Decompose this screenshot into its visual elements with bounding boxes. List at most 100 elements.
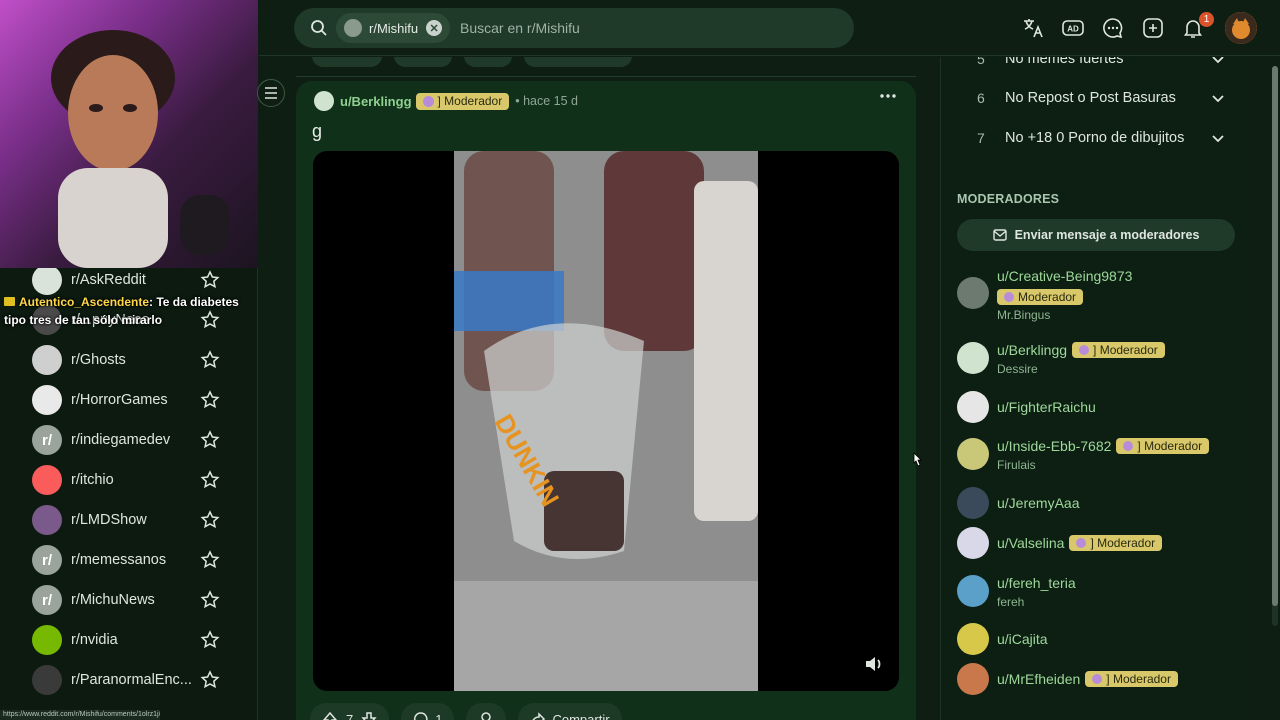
search-input[interactable] xyxy=(460,18,840,38)
star-icon[interactable] xyxy=(200,670,220,690)
moderator-avatar xyxy=(957,527,989,559)
moderator-avatar xyxy=(957,277,989,309)
more-options-icon[interactable] xyxy=(880,93,896,99)
sidebar-item-label: r/MichuNews xyxy=(71,592,155,608)
sidebar-item-horrorgames[interactable]: r/HorrorGames xyxy=(32,384,232,416)
prev-vote-pill[interactable] xyxy=(312,57,382,67)
rule-number: 7 xyxy=(977,130,985,146)
subreddit-avatar xyxy=(344,19,362,37)
moderator-avatar xyxy=(957,575,989,607)
moderator-name-row: u/Berklingg ] Moderador xyxy=(997,342,1165,358)
award-button[interactable] xyxy=(466,703,507,720)
star-icon[interactable] xyxy=(200,510,220,530)
sidebar-item-nvidia[interactable]: r/nvidia xyxy=(32,624,232,656)
post-author[interactable]: u/Berklingg xyxy=(340,94,412,109)
vote-count: 7 xyxy=(346,711,354,720)
subreddit-avatar xyxy=(32,345,62,375)
create-post-icon[interactable] xyxy=(1141,16,1165,40)
sidebar-item-askreddit[interactable]: r/AskReddit xyxy=(32,264,232,296)
post-actions: 7 1 Compartir xyxy=(310,703,634,720)
video-image: DUNKIN xyxy=(454,151,758,691)
rule-text: No Repost o Post Basuras xyxy=(1005,90,1176,106)
upvote-icon[interactable] xyxy=(322,711,338,720)
sidebar-item-michunews[interactable]: r/ r/MichuNews xyxy=(32,584,232,616)
moderator-name[interactable]: u/Berklingg xyxy=(997,342,1067,358)
moderator-name[interactable]: u/iCajita xyxy=(997,631,1048,647)
star-icon[interactable] xyxy=(200,430,220,450)
moderator-name[interactable]: u/JeremyAaa xyxy=(997,495,1079,511)
sidebar-item-ghosts[interactable]: r/Ghosts xyxy=(32,344,232,376)
subreddit-avatar xyxy=(32,265,62,295)
mail-icon xyxy=(992,229,1007,241)
chevron-down-icon[interactable] xyxy=(1211,57,1225,66)
post-time: • hace 15 d xyxy=(515,94,578,108)
status-bar-url: https://www.reddit.com/r/Mishifu/comment… xyxy=(0,710,160,720)
moderator-subtitle: Firulais xyxy=(997,458,1036,472)
prev-share-pill[interactable] xyxy=(524,57,632,67)
author-avatar[interactable] xyxy=(314,91,334,111)
user-avatar[interactable] xyxy=(1225,12,1257,44)
moderator-name-row: u/Valselina] Moderador xyxy=(997,535,1163,551)
sidebar-item-paranormal[interactable]: r/ParanormalEnc... xyxy=(32,664,232,696)
moderator-name[interactable]: u/FighterRaichu xyxy=(997,399,1096,415)
sidebar-item-indiegamedev[interactable]: r/ r/indiegamedev xyxy=(32,424,232,456)
rule-item[interactable]: 6 No Repost o Post Basuras xyxy=(941,78,1250,118)
moderator-name[interactable]: u/Valselina xyxy=(997,535,1064,551)
chat-overlay: Autentico_Ascendente: Te da diabetes tip… xyxy=(4,293,254,329)
moderator-name[interactable]: u/Creative-Being9873 xyxy=(997,268,1132,284)
sidebar-item-itchio[interactable]: r/itchio xyxy=(32,464,232,496)
prev-comments-pill[interactable] xyxy=(394,57,452,67)
flair-emoji-icon xyxy=(1076,538,1087,548)
rule-item[interactable]: 7 No +18 0 Porno de dibujitos xyxy=(941,118,1250,158)
scrollbar[interactable] xyxy=(1272,66,1278,626)
moderator-flair: ] Moderador xyxy=(1085,671,1178,687)
flair-text: ] Moderador xyxy=(437,94,503,108)
post-title[interactable]: g xyxy=(312,121,322,142)
search-bar[interactable]: r/Mishifu ✕ xyxy=(294,8,854,48)
flair-text: ] Moderador xyxy=(1137,439,1203,453)
chat-icon[interactable] xyxy=(1101,16,1125,40)
moderator-name-row: u/Inside-Ebb-7682 ] Moderador xyxy=(997,438,1210,454)
moderator-name[interactable]: u/fereh_teria xyxy=(997,575,1076,591)
moderator-avatar xyxy=(957,487,989,519)
rule-number: 5 xyxy=(977,57,985,67)
volume-icon[interactable] xyxy=(863,653,885,675)
chevron-down-icon[interactable] xyxy=(1211,91,1225,105)
clear-scope-icon[interactable]: ✕ xyxy=(426,20,443,36)
subreddit-avatar xyxy=(32,505,62,535)
comments-button[interactable]: 1 xyxy=(401,703,455,720)
translate-icon[interactable] xyxy=(1021,16,1045,40)
star-icon[interactable] xyxy=(200,270,220,290)
search-scope-chip[interactable]: r/Mishifu ✕ xyxy=(336,13,451,43)
moderator-subtitle: Mr.Bingus xyxy=(997,308,1051,322)
sidebar-item-lmdshow[interactable]: r/LMDShow xyxy=(32,504,232,536)
search-scope-label: r/Mishifu xyxy=(369,20,419,36)
share-button[interactable]: Compartir xyxy=(518,703,622,720)
message-moderators-button[interactable]: Enviar mensaje a moderadores xyxy=(957,219,1235,251)
chevron-down-icon[interactable] xyxy=(1211,131,1225,145)
star-icon[interactable] xyxy=(200,630,220,650)
sidebar-item-memessanos[interactable]: r/ r/memessanos xyxy=(32,544,232,576)
flair-emoji-icon xyxy=(1079,345,1090,355)
avatar-image xyxy=(1225,12,1257,44)
downvote-icon[interactable] xyxy=(361,711,377,720)
rule-text: No +18 0 Porno de dibujitos xyxy=(1005,130,1185,146)
star-icon[interactable] xyxy=(200,550,220,570)
post-card[interactable]: u/Berklingg ] Moderador • hace 15 d g DU… xyxy=(296,81,916,720)
star-icon[interactable] xyxy=(200,350,220,370)
moderator-flair: ] Moderador xyxy=(1072,342,1165,358)
flair-emoji-icon xyxy=(422,95,434,107)
moderator-name[interactable]: u/Inside-Ebb-7682 xyxy=(997,438,1111,454)
flair-emoji-icon xyxy=(1092,674,1103,684)
prev-award-pill[interactable] xyxy=(464,57,512,67)
moderator-subtitle: fereh xyxy=(997,595,1025,609)
moderator-flair-row: Moderador xyxy=(997,289,1084,305)
star-icon[interactable] xyxy=(200,590,220,610)
star-icon[interactable] xyxy=(200,390,220,410)
ad-icon[interactable]: AD xyxy=(1061,16,1085,40)
award-icon xyxy=(481,712,492,720)
moderator-name[interactable]: u/MrEfheiden xyxy=(997,671,1080,687)
post-video-player[interactable]: DUNKIN xyxy=(313,151,899,691)
star-icon[interactable] xyxy=(200,470,220,490)
rule-item[interactable]: 5 No memes fuertes xyxy=(941,57,1250,79)
